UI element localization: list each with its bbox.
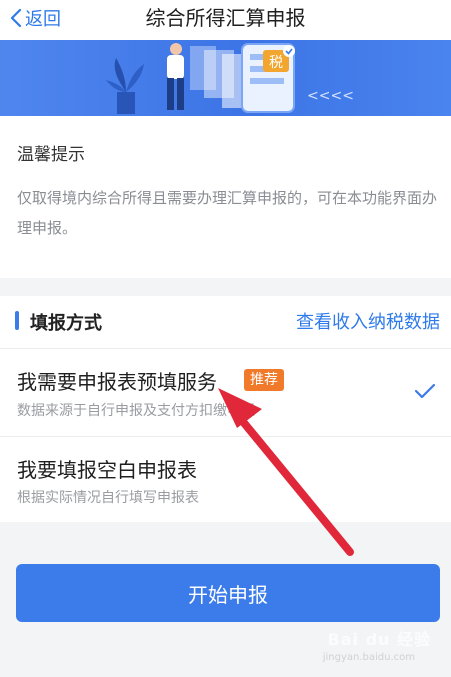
nav-bar: 返回 综合所得汇算申报 [0, 0, 451, 40]
recommend-badge: 推荐 [244, 369, 284, 391]
divider [0, 348, 451, 349]
section-accent-bar [15, 311, 19, 330]
watermark-url: jingyan.baidu.com [322, 652, 415, 663]
person-icon [167, 43, 184, 110]
tip-title: 温馨提示 [17, 145, 85, 165]
tip-body: 仅取得境内综合所得且需要办理汇算申报的，可在本功能界面办理申报。 [17, 189, 438, 237]
option-title: 我要填报空白申报表 [17, 458, 197, 482]
start-declaration-button[interactable]: 开始申报 [16, 564, 440, 622]
section-title: 填报方式 [30, 313, 102, 334]
plant-icon [106, 58, 144, 114]
banner: 税 <<<< [0, 40, 451, 116]
tax-char: 税 [269, 55, 283, 71]
option-title: 我需要申报表预填服务 [17, 370, 217, 394]
option-subtitle: 根据实际情况自行填写申报表 [17, 490, 199, 506]
watermark: Bai du 经验 [327, 630, 431, 649]
banner-illustration: 税 <<<< [106, 43, 354, 114]
chevrons: <<<< [307, 88, 354, 104]
page-title: 综合所得汇算申报 [145, 6, 306, 30]
option-subtitle: 数据来源于自行申报及支付方扣缴申报 [17, 403, 255, 419]
divider [0, 436, 451, 437]
view-income-tax-data-link[interactable]: 查看收入纳税数据 [296, 308, 440, 334]
checkmark-icon [414, 383, 436, 399]
